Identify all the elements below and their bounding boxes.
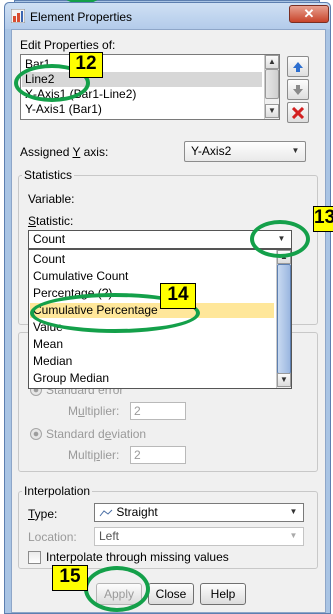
title-bar[interactable]: Element Properties ✕ [5, 3, 330, 29]
delete-x-icon [291, 106, 305, 120]
multiplier-label: Multiplier: [68, 404, 120, 418]
scroll-up-icon[interactable]: ▲ [265, 55, 279, 69]
multiplier2-input[interactable]: 2 [130, 446, 186, 464]
delete-button[interactable] [287, 102, 309, 123]
list-scrollbar[interactable]: ▲ ▼ [264, 55, 279, 119]
assigned-y-axis-select[interactable]: Y-Axis2 ▼ [184, 141, 306, 162]
chevron-down-icon: ▼ [291, 146, 300, 155]
variable-label: Variable: [28, 192, 75, 206]
step-badge-12: 12 [69, 52, 103, 78]
option-cumulative-count[interactable]: Cumulative Count [30, 269, 274, 284]
statistic-label: Statistic: [28, 214, 74, 228]
multiplier2-label: Multiplier: [68, 448, 120, 462]
arrow-up-icon [293, 62, 303, 72]
move-up-button[interactable] [287, 56, 309, 77]
step-badge-15: 15 [52, 565, 88, 591]
option-count[interactable]: Count [30, 252, 274, 267]
list-item-y-axis1[interactable]: Y-Axis1 (Bar1) [22, 102, 262, 117]
window-title: Element Properties [30, 10, 133, 24]
assigned-y-axis-label: Assigned Y axis: [20, 145, 109, 159]
line-straight-icon [99, 509, 113, 517]
chevron-down-icon: ▼ [289, 507, 298, 516]
step-badge-13: 13 [313, 206, 333, 232]
statistic-value: Count [33, 232, 66, 246]
arrow-down-icon [293, 85, 303, 95]
location-select[interactable]: Left ▼ [94, 527, 304, 546]
scroll-thumb[interactable] [265, 69, 279, 99]
step-badge-14: 14 [160, 283, 196, 309]
interpolate-missing-label: Interpolate through missing values [46, 550, 229, 564]
scroll-thumb[interactable] [277, 264, 291, 374]
dropdown-scrollbar[interactable]: ▲ ▼ [276, 250, 291, 388]
scroll-down-icon[interactable]: ▼ [265, 104, 279, 118]
location-label: Location: [28, 530, 77, 544]
standard-deviation-label: Standard deviation [46, 427, 147, 441]
highlight-ring-dropdown-arrow [250, 220, 310, 258]
standard-deviation-radio[interactable] [30, 428, 42, 440]
statistics-group-title: Statistics [22, 168, 75, 182]
option-mean[interactable]: Mean [30, 337, 274, 352]
close-button[interactable]: Close [148, 583, 194, 605]
type-value: Straight [116, 505, 158, 519]
type-select[interactable]: Straight ▼ [94, 503, 304, 522]
highlight-ring-apply [84, 566, 150, 612]
chart-app-icon [11, 9, 25, 23]
scroll-down-icon[interactable]: ▼ [277, 373, 291, 387]
interpolate-missing-checkbox[interactable] [28, 551, 41, 564]
window-close-button[interactable]: ✕ [289, 5, 329, 23]
option-group-median[interactable]: Group Median [30, 371, 274, 386]
chevron-down-icon: ▼ [289, 531, 298, 540]
assigned-y-axis-value: Y-Axis2 [191, 144, 232, 158]
move-down-button[interactable] [287, 79, 309, 100]
help-button[interactable]: Help [200, 583, 246, 605]
option-median[interactable]: Median [30, 354, 274, 369]
interpolation-group-title: Interpolation [22, 484, 93, 498]
edit-properties-label: Edit Properties of: [20, 38, 116, 52]
type-label: Type: [28, 507, 58, 521]
location-value: Left [99, 529, 120, 543]
multiplier-input[interactable]: 2 [130, 402, 186, 420]
